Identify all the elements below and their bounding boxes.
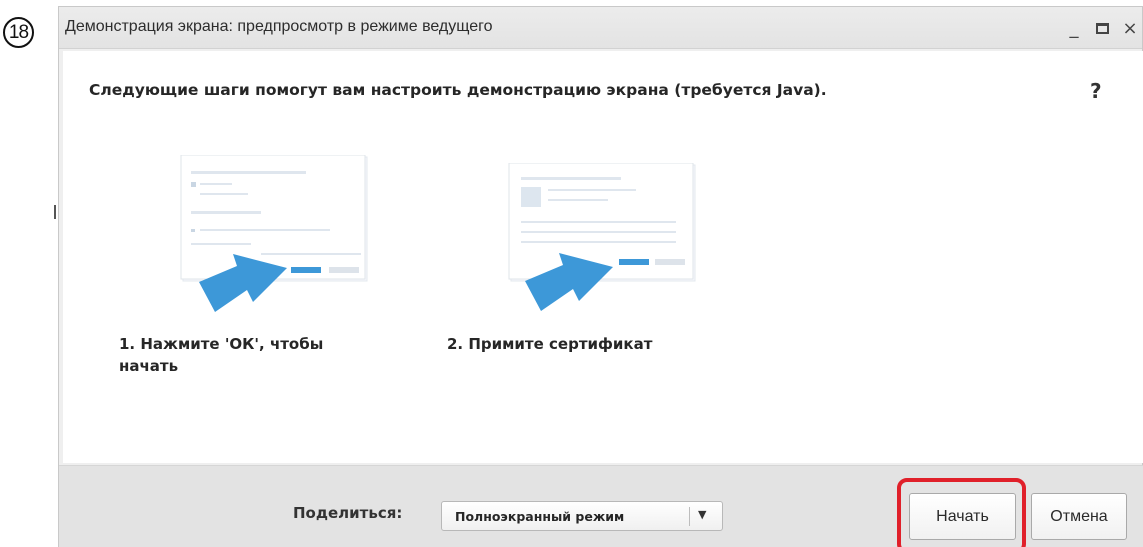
instructions-heading: Следующие шаги помогут вам настроить дем… (89, 81, 827, 99)
share-mode-value: Полноэкранный режим (455, 509, 625, 524)
minimize-icon[interactable]: _ (1063, 15, 1085, 41)
step-number-badge: 18 (3, 17, 34, 48)
dialog-title: Демонстрация экрана: предпросмотр в режи… (65, 18, 493, 35)
close-icon[interactable]: × (1119, 15, 1141, 41)
help-icon[interactable]: ? (1090, 79, 1102, 103)
screen-share-dialog: Демонстрация экрана: предпросмотр в режи… (58, 6, 1143, 547)
edge-marker (54, 205, 56, 219)
select-divider (689, 507, 690, 526)
step2-label: 2. Примите сертификат (447, 335, 653, 353)
share-mode-select[interactable]: Полноэкранный режим ▼ (441, 501, 723, 531)
step1-illustration (180, 155, 368, 312)
dialog-content: Следующие шаги помогут вам настроить дем… (63, 51, 1143, 463)
start-button[interactable]: Начать (909, 493, 1016, 540)
cancel-button[interactable]: Отмена (1031, 493, 1127, 540)
dialog-titlebar[interactable]: Демонстрация экрана: предпросмотр в режи… (59, 7, 1142, 49)
step2-illustration (508, 163, 696, 311)
share-label: Поделиться: (293, 504, 403, 522)
dialog-footer: Поделиться: Полноэкранный режим ▼ Начать… (59, 465, 1143, 547)
dropdown-caret-icon[interactable]: ▼ (698, 508, 706, 521)
maximize-icon[interactable] (1091, 15, 1113, 41)
step1-label: 1. Нажмите 'ОК', чтобы начать (119, 335, 324, 375)
